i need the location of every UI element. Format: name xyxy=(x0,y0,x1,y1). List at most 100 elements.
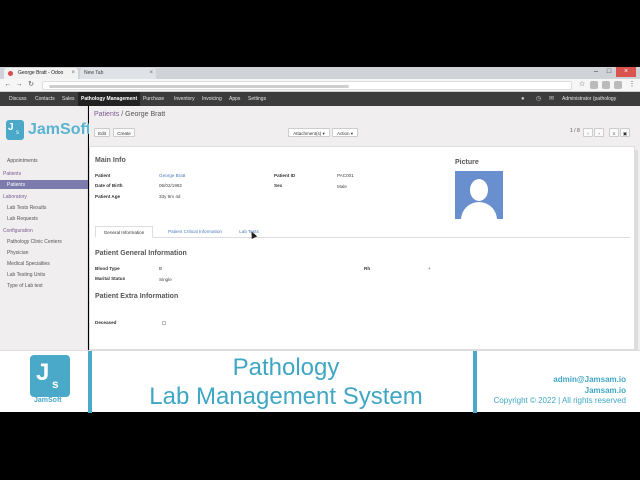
menu-invoicing[interactable]: Invoicing xyxy=(202,92,222,106)
sidebar: J s JamSoft Appointments Patients Patien… xyxy=(0,106,92,350)
breadcrumb: Patients / George Bratt xyxy=(94,111,165,118)
minimize-icon[interactable]: – xyxy=(590,67,602,77)
form-tabs: General Information Patient Critical Inf… xyxy=(95,226,630,238)
deceased-label: Deceased xyxy=(95,320,117,325)
list-view-button[interactable]: ≡ xyxy=(609,128,619,137)
banner-email: admin@Jamsam.io xyxy=(553,375,626,384)
browser-tab-odoo[interactable]: George Bratt - Odoo × xyxy=(4,68,78,79)
rh-value: + xyxy=(428,266,431,271)
dob-label: Date of Birth xyxy=(95,183,123,188)
menu-inventory[interactable]: Inventory xyxy=(174,92,195,106)
tab-general-information[interactable]: General Information xyxy=(95,226,153,238)
banner-logo-letter-j: J xyxy=(36,359,50,386)
sidebar-section-configuration: Configuration xyxy=(3,228,33,234)
patient-label: Patient xyxy=(95,173,111,178)
browser-tab-bar: George Bratt - Odoo × New Tab × – □ × xyxy=(0,67,640,79)
extension-icon[interactable] xyxy=(590,81,598,89)
menu-apps[interactable]: Apps xyxy=(229,92,240,106)
avatar-head-icon xyxy=(470,179,488,201)
sidebar-item-appointments[interactable]: Appointments xyxy=(7,158,38,164)
form-view-button[interactable]: ▣ xyxy=(620,128,630,137)
deceased-checkbox[interactable] xyxy=(162,321,166,325)
sidebar-item-physician[interactable]: Physician xyxy=(7,250,28,256)
extension-icon[interactable] xyxy=(602,81,610,89)
banner-divider-left xyxy=(88,351,92,413)
menu-settings[interactable]: Settings xyxy=(248,92,266,106)
maximize-icon[interactable]: □ xyxy=(603,67,615,77)
close-window-icon[interactable]: × xyxy=(616,67,636,77)
banner-title-line1: Pathology xyxy=(232,354,340,381)
banner-site: Jamsam.io xyxy=(584,386,626,395)
browser-tab-new[interactable]: New Tab × xyxy=(80,68,156,79)
tab-patient-critical-information[interactable]: Patient Critical Information xyxy=(158,226,232,238)
sidebar-item-pathology-clinic-centers[interactable]: Pathology Clinic Centers xyxy=(7,239,62,245)
chevron-left-icon: ‹ xyxy=(587,131,589,136)
form-sheet: Main Info Picture Patient George Bratt D… xyxy=(89,146,635,350)
banner-copyright: Copyright © 2022 | All rights reserved xyxy=(493,396,626,405)
logo-letter-j: J xyxy=(8,122,14,133)
patient-picture[interactable] xyxy=(455,171,503,219)
url-blurred-text xyxy=(49,85,349,88)
marital-status-value: Single xyxy=(159,277,172,282)
back-icon[interactable]: ← xyxy=(3,80,13,90)
menu-pathology-management[interactable]: Pathology Management xyxy=(78,92,141,106)
extra-info-heading: Patient Extra Information xyxy=(95,293,179,300)
menu-sales[interactable]: Sales xyxy=(62,92,75,106)
create-button[interactable]: Create xyxy=(113,128,135,137)
edit-button[interactable]: Edit xyxy=(94,128,110,137)
close-tab-icon[interactable]: × xyxy=(149,68,153,79)
patient-value-link[interactable]: George Bratt xyxy=(159,173,185,178)
chevron-right-icon: › xyxy=(598,131,600,136)
attachments-dropdown[interactable]: Attachment(s) ▾ xyxy=(288,128,330,137)
sidebar-item-lab-testing-units[interactable]: Lab Testing Units xyxy=(7,272,45,278)
blood-type-label: Blood Type xyxy=(95,266,120,271)
bookmark-star-icon[interactable]: ☆ xyxy=(577,80,587,90)
odoo-favicon-icon xyxy=(8,71,13,76)
brand-name: JamSoft xyxy=(28,121,92,138)
sex-value: Male xyxy=(337,184,347,189)
sidebar-item-lab-tests-results[interactable]: Lab Tests Results xyxy=(7,205,46,211)
breadcrumb-current: George Bratt xyxy=(125,111,166,118)
promo-banner: J s JamSoft Pathology Lab Management Sys… xyxy=(0,350,640,413)
url-input[interactable] xyxy=(42,81,572,90)
picture-heading: Picture xyxy=(455,159,479,166)
logo-letter-s: s xyxy=(16,130,19,136)
banner-divider-right xyxy=(473,351,477,413)
page-scrollbar[interactable] xyxy=(634,150,638,350)
pager-prev-button[interactable]: ‹ xyxy=(583,128,593,137)
pager-next-button[interactable]: › xyxy=(594,128,604,137)
clock-icon[interactable]: ◷ xyxy=(536,96,542,102)
sidebar-item-type-of-lab-test[interactable]: Type of Lab test xyxy=(7,283,43,289)
menu-contacts[interactable]: Contacts xyxy=(35,92,55,106)
user-menu[interactable]: Administrator (pathology xyxy=(562,92,616,106)
banner-title: Pathology Lab Management System xyxy=(96,353,476,411)
chat-icon[interactable]: ✉ xyxy=(549,96,555,102)
browser-menu-icon[interactable]: ⋮ xyxy=(627,80,637,90)
pager-value: 1 / 8 xyxy=(570,128,580,134)
avatar-body-icon xyxy=(461,202,497,219)
reload-icon[interactable]: ↻ xyxy=(26,80,36,90)
jamsoft-banner-logo: J s xyxy=(30,355,70,397)
sidebar-item-lab-requests[interactable]: Lab Requests xyxy=(7,216,38,222)
browser-tab-label: New Tab xyxy=(84,70,104,76)
notification-icon[interactable]: ● xyxy=(521,96,527,102)
general-info-heading: Patient General Information xyxy=(95,250,187,257)
action-dropdown[interactable]: Action ▾ xyxy=(332,128,358,137)
main-content: Patients / George Bratt Edit Create Atta… xyxy=(89,106,640,350)
sidebar-item-medical-specialties[interactable]: Medical Specialties xyxy=(7,261,50,267)
extension-icon[interactable] xyxy=(614,81,622,89)
blood-type-value: B xyxy=(159,266,163,271)
menu-purchase[interactable]: Purchase xyxy=(143,92,164,106)
banner-logo-letter-s: s xyxy=(52,377,59,391)
breadcrumb-separator: / xyxy=(121,111,124,118)
close-tab-icon[interactable]: × xyxy=(71,68,75,79)
breadcrumb-patients-link[interactable]: Patients xyxy=(94,111,119,118)
main-info-heading: Main Info xyxy=(95,157,126,164)
forward-icon[interactable]: → xyxy=(14,80,24,90)
marital-status-label: Marital Status xyxy=(95,276,126,281)
banner-logo-text: JamSoft xyxy=(34,397,62,404)
sidebar-item-label: Patients xyxy=(7,182,26,188)
list-view-icon: ≡ xyxy=(612,131,616,136)
menu-discuss[interactable]: Discuss xyxy=(9,92,27,106)
sidebar-item-patients[interactable]: Patients xyxy=(0,180,88,189)
